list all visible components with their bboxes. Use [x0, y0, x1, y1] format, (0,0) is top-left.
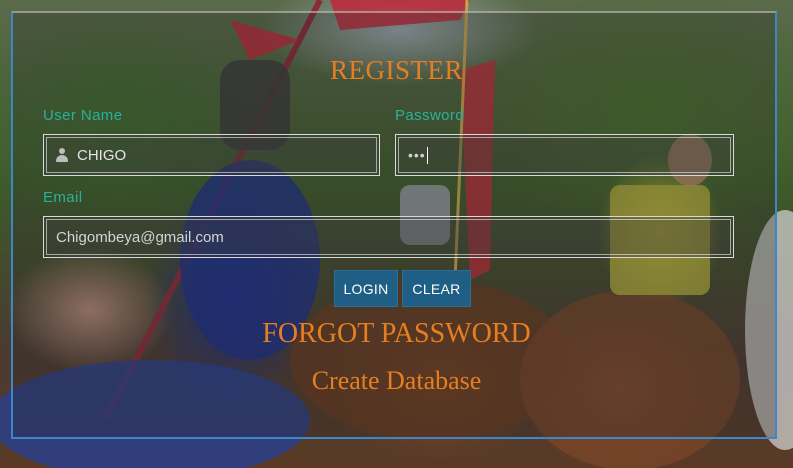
- user-icon: [56, 148, 68, 162]
- username-label: User Name: [43, 107, 123, 124]
- text-caret: [426, 146, 428, 164]
- create-database-link[interactable]: Create Database: [0, 366, 793, 396]
- email-label: Email: [43, 189, 83, 206]
- email-field[interactable]: Chigombeya@gmail.com: [43, 216, 734, 258]
- forgot-password-link[interactable]: FORGOT PASSWORD: [0, 318, 793, 350]
- email-value: Chigombeya@gmail.com: [56, 228, 224, 246]
- username-value: CHIGO: [77, 146, 127, 164]
- clear-button[interactable]: CLEAR: [402, 270, 471, 307]
- password-field[interactable]: •••: [395, 134, 734, 176]
- page-title: REGISTER: [329, 55, 463, 85]
- password-label: Password: [395, 107, 465, 124]
- password-mask: •••: [408, 147, 426, 163]
- login-button[interactable]: LOGIN: [334, 270, 398, 307]
- username-field[interactable]: CHIGO: [43, 134, 380, 176]
